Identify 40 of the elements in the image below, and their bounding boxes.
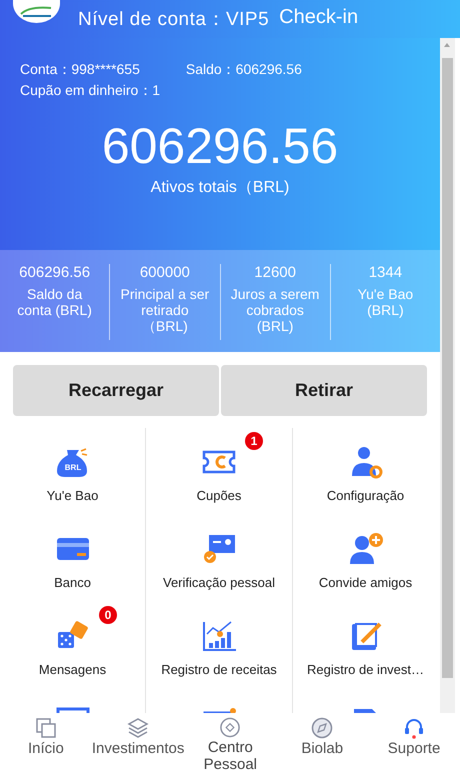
- stat-value: 600000: [140, 264, 190, 281]
- account-level: Nível de conta：VIP5: [78, 8, 270, 32]
- nav-tab[interactable]: Início: [0, 713, 92, 773]
- menu-item-label[interactable]: Verificação pessoal: [162, 575, 275, 590]
- menu-item-label[interactable]: Mensagens: [38, 662, 106, 677]
- stat-value: 1344: [368, 264, 402, 281]
- add-user-icon[interactable]: [348, 531, 384, 567]
- count-badge: 0: [99, 606, 117, 624]
- logo-icon: [13, 0, 60, 23]
- pages-icon: [34, 717, 57, 739]
- recharge-button[interactable]: Recarregar: [13, 365, 219, 416]
- menu-item-label[interactable]: Configuração: [326, 488, 404, 503]
- nav-tab[interactable]: Investimentos: [92, 713, 184, 773]
- nav-tab[interactable]: Centro Pessoal: [184, 713, 276, 773]
- menu-item-label[interactable]: Cupões: [196, 488, 242, 503]
- total-assets: 606296.56: [100, 117, 340, 175]
- menu-item-label[interactable]: Registro de receitas: [161, 662, 277, 677]
- balance-text: Saldo：606296.56: [186, 61, 302, 79]
- menu-item-label[interactable]: Convide amigos: [318, 575, 412, 590]
- menu-item-label[interactable]: Yu'e Bao: [46, 488, 98, 503]
- stat-label: Yu'e Bao (BRL): [356, 286, 414, 318]
- stat-value: 12600: [254, 264, 296, 281]
- compass-icon: [311, 717, 334, 739]
- headset-icon: [403, 717, 426, 739]
- withdraw-button[interactable]: Retirar: [221, 365, 427, 416]
- total-assets-label: Ativos totais（BRL): [150, 178, 290, 198]
- menu-item-label[interactable]: Registro de invest…: [306, 662, 424, 677]
- layers-icon: [127, 717, 150, 739]
- stat-label: Principal a ser retirado（BRL): [120, 286, 210, 334]
- nav-tab[interactable]: Suporte: [368, 713, 460, 773]
- account-number: Conta：998****655: [20, 61, 140, 79]
- count-badge: 1: [245, 432, 263, 450]
- stat-label: Juros a serem cobrados (BRL): [230, 286, 320, 334]
- stat-value: 606296.56: [19, 264, 90, 281]
- circle-icon: [219, 717, 242, 738]
- stat-label: Saldo da conta (BRL): [16, 286, 93, 318]
- coupon-text: Cupão em dinheiro：1: [20, 82, 162, 100]
- scrollbar[interactable]: [440, 38, 455, 713]
- nav-tab[interactable]: Biolab: [276, 713, 368, 773]
- menu-item-label[interactable]: Banco: [54, 575, 91, 590]
